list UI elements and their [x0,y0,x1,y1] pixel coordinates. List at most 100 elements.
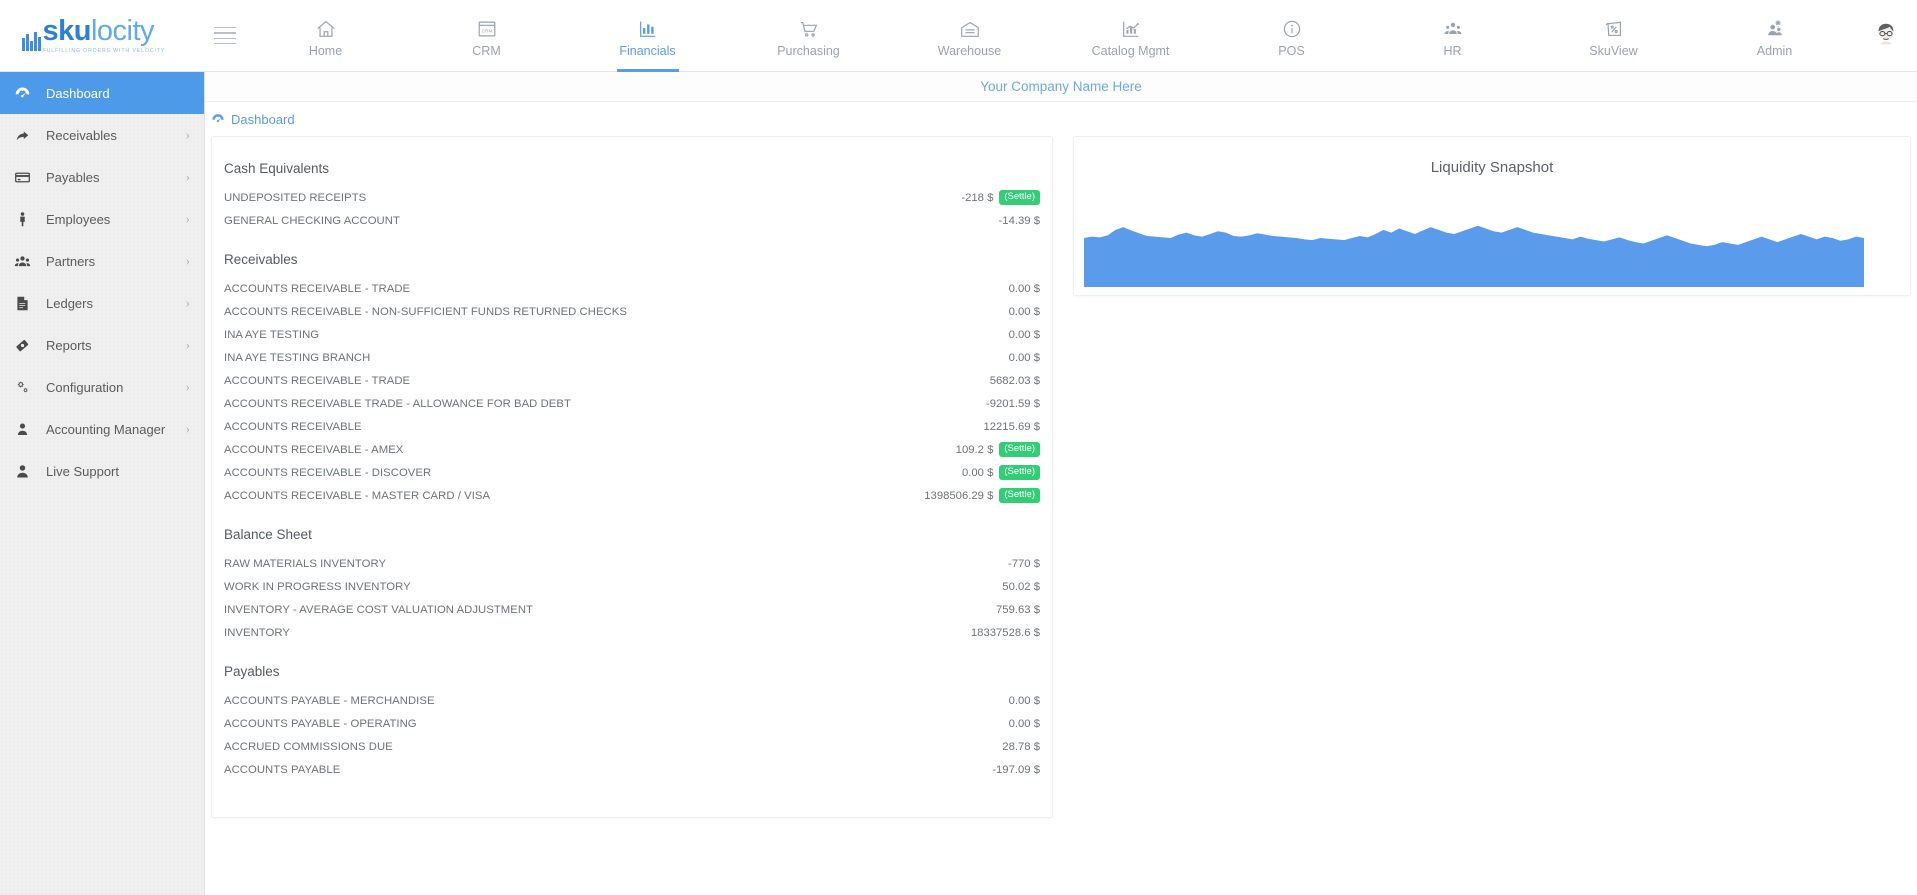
nav-item-skuview[interactable]: SkuView [1533,0,1694,72]
sidebar-chevron-reports: › [185,337,190,352]
account-groups: Cash Equivalents UNDEPOSITED RECEIPTS -218… [212,151,1052,791]
sidebar-chevron-accounting-manager: › [185,421,190,436]
accounts-panel: Cash Equivalents UNDEPOSITED RECEIPTS -218… [211,136,1053,818]
hamburger-menu-icon[interactable] [205,0,245,72]
nav-item-catalog-mgmt[interactable]: Catalog Mgmt [1050,0,1211,72]
account-group: Balance Sheet RAW MATERIALS INVENTORY -770… [212,517,1052,654]
account-value-cell: 12215.69 $ [790,421,1040,433]
account-value-cell: 0.00 $ [790,352,1040,364]
account-value: 0.00 $ [1008,305,1040,318]
sidebar-item-live-support[interactable]: Live Support [0,450,204,492]
nav-item-pos[interactable]: POS [1211,0,1372,72]
sidebar-item-configuration[interactable]: Configuration › [0,366,204,408]
svg-text:CRM: CRM [481,28,492,34]
account-value: 759.63 $ [996,603,1040,616]
account-name: ACCOUNTS RECEIVABLE - TRADE [224,282,411,295]
account-value: 12215.69 $ [983,420,1040,433]
sidebar-label-live-support: Live Support [46,463,119,479]
info-circle-icon [1283,20,1300,37]
sidebar-chevron-configuration: › [185,379,190,394]
sidebar-label-reports: Reports [46,337,92,353]
account-value-cell: 5682.03 $ [790,375,1040,387]
settle-button[interactable]: (Settle) [999,190,1040,205]
sidebar-item-partners[interactable]: Partners › [0,240,204,282]
account-row[interactable]: ACCOUNTS RECEIVABLE 12215.69 $ [212,415,1052,438]
home-icon [316,20,335,37]
brand-logo[interactable]: skulocity FULFILLING ORDERS WITH VELOCIT… [0,0,205,72]
account-value: 0.00 $ [1008,717,1040,730]
nav-item-crm[interactable]: CRM CRM [406,0,567,72]
account-row[interactable]: ACCOUNTS PAYABLE - OPERATING 0.00 $ [212,712,1052,735]
nav-label-purchasing: Purchasing [777,43,840,58]
account-row[interactable]: RAW MATERIALS INVENTORY -770 $ [212,552,1052,575]
user-icon [14,421,40,438]
credit-card-icon [14,169,40,186]
sidebar-chevron-employees: › [185,211,190,226]
nav-label-financials: Financials [619,43,676,58]
account-value-cell: -770 $ [790,558,1040,570]
settle-button[interactable]: (Settle) [999,442,1040,457]
account-row[interactable]: GENERAL CHECKING ACCOUNT -14.39 $ [212,209,1052,232]
account-row[interactable]: ACCOUNTS RECEIVABLE - DISCOVER 0.00 $ (Set… [212,461,1052,484]
nav-item-purchasing[interactable]: Purchasing [728,0,889,72]
account-row[interactable]: ACCOUNTS PAYABLE -197.09 $ [212,758,1052,781]
top-nav-items: Home CRM CRM Financials Purchasing Wareh… [245,0,1855,72]
sidebar-item-accounting-manager[interactable]: Accounting Manager › [0,408,204,450]
nav-item-hr[interactable]: HR [1372,0,1533,72]
settle-button[interactable]: (Settle) [999,465,1040,480]
account-row[interactable]: INA AYE TESTING BRANCH 0.00 $ [212,346,1052,369]
account-value: 0.00 $ [1008,282,1040,295]
sidebar-item-employees[interactable]: Employees › [0,198,204,240]
account-row[interactable]: INVENTORY 18337528.6 $ [212,621,1052,644]
account-group-title: Payables [224,664,280,679]
account-row[interactable]: ACCOUNTS RECEIVABLE - TRADE 0.00 $ [212,277,1052,300]
chart-trend-icon [1122,21,1139,37]
sidebar-item-reports[interactable]: Reports › [0,324,204,366]
nav-item-financials[interactable]: Financials [567,0,728,72]
account-row[interactable]: WORK IN PROGRESS INVENTORY 50.02 $ [212,575,1052,598]
ribbon-icon [14,337,40,354]
sidebar-item-receivables[interactable]: Receivables › [0,114,204,156]
account-name: ACCOUNTS PAYABLE [224,763,341,776]
account-row[interactable]: ACCOUNTS RECEIVABLE - AMEX 109.2 $ (Settle… [212,438,1052,461]
user-avatar[interactable] [1855,19,1917,53]
account-name: RAW MATERIALS INVENTORY [224,557,387,570]
person-icon [14,211,40,228]
account-value-cell: 28.78 $ [790,741,1040,753]
settle-button[interactable]: (Settle) [999,488,1040,503]
account-row[interactable]: INA AYE TESTING 0.00 $ [212,323,1052,346]
account-row[interactable]: ACCOUNTS RECEIVABLE TRADE - ALLOWANCE FO… [212,392,1052,415]
account-row[interactable]: ACCOUNTS PAYABLE - MERCHANDISE 0.00 $ [212,689,1052,712]
account-row[interactable]: ACCOUNTS RECEIVABLE - NON-SUFFICIENT FUN… [212,300,1052,323]
brand-name-light: locity [90,15,155,47]
account-row[interactable]: ACCOUNTS RECEIVABLE - TRADE 5682.03 $ [212,369,1052,392]
warehouse-icon [960,21,979,37]
account-value: 18337528.6 $ [970,626,1040,639]
brand-tagline: FULFILLING ORDERS WITH VELOCITY [42,48,166,54]
account-group: Receivables ACCOUNTS RECEIVABLE - TRADE 0.… [212,242,1052,517]
account-name: ACCOUNTS PAYABLE - OPERATING [224,717,417,730]
account-value: -9201.59 $ [985,397,1040,410]
account-value: 1398506.29 $ [924,489,994,502]
nav-item-home[interactable]: Home [245,0,406,72]
account-row[interactable]: UNDEPOSITED RECEIPTS -218 $ (Settle) [212,186,1052,209]
shopping-cart-icon [800,21,817,37]
sidebar-item-payables[interactable]: Payables › [0,156,204,198]
nav-item-admin[interactable]: Admin [1694,0,1855,72]
account-row[interactable]: ACCRUED COMMISSIONS DUE 28.78 $ [212,735,1052,758]
account-value-cell: 18337528.6 $ [790,627,1040,639]
breadcrumb[interactable]: Dashboard [205,102,1917,136]
account-name: ACCRUED COMMISSIONS DUE [224,740,393,753]
account-row[interactable]: ACCOUNTS RECEIVABLE - MASTER CARD / VISA… [212,484,1052,507]
sidebar-item-dashboard[interactable]: Dashboard [0,72,204,114]
account-name: ACCOUNTS RECEIVABLE - TRADE [224,374,411,387]
account-value: 50.02 $ [1002,580,1040,593]
brand-name-bold: sku [42,15,92,47]
nav-label-skuview: SkuView [1589,43,1638,58]
nav-item-warehouse[interactable]: Warehouse [889,0,1050,72]
dashboard-content-row: Cash Equivalents UNDEPOSITED RECEIPTS -218… [205,136,1917,818]
nav-label-pos: POS [1278,43,1305,58]
account-row[interactable]: INVENTORY - AVERAGE COST VALUATION ADJUS… [212,598,1052,621]
sidebar-item-ledgers[interactable]: Ledgers › [0,282,204,324]
account-name: ACCOUNTS RECEIVABLE [224,420,362,433]
